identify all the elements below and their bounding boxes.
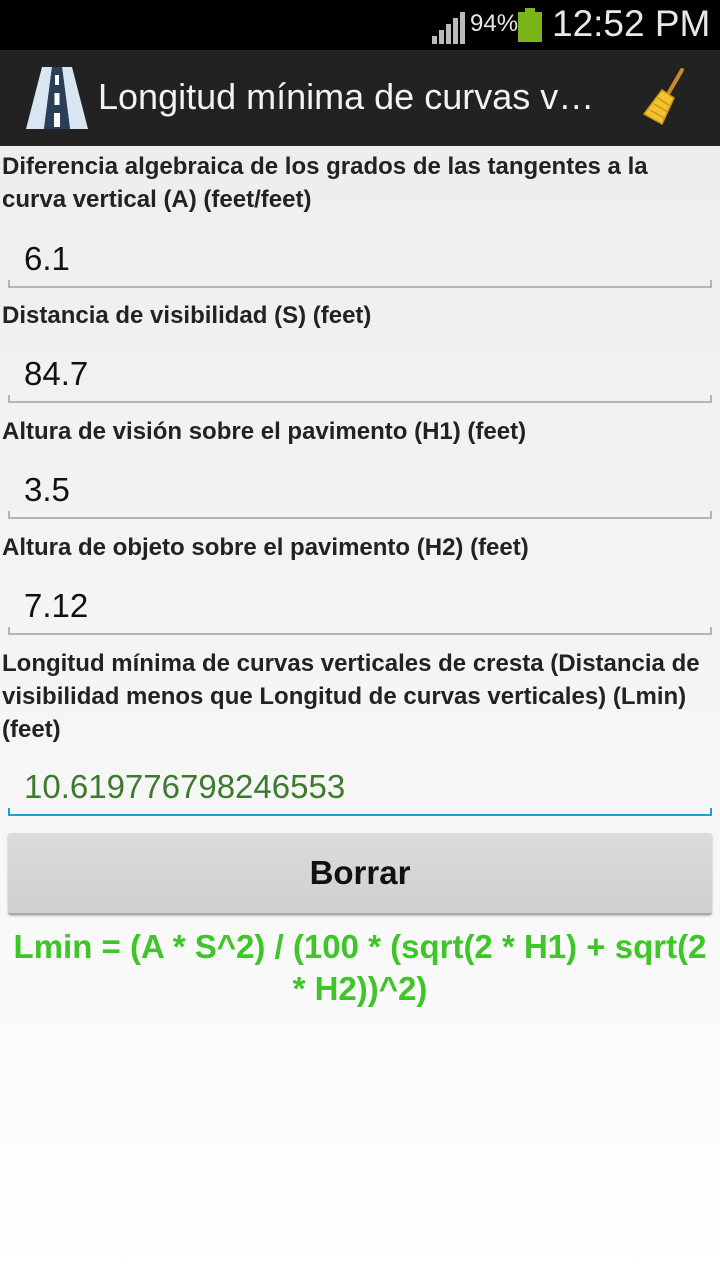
- input-a-value[interactable]: 6.1: [24, 240, 70, 278]
- app-title: Longitud mínima de curvas verticales de …: [98, 76, 598, 117]
- field-label-h1: Altura de visión sobre el pavimento (H1)…: [2, 418, 527, 445]
- formula-text: Lmin = (A * S^2) / (100 * (sqrt(2 * H1) …: [13, 928, 707, 1007]
- input-s[interactable]: 84.7: [8, 351, 712, 403]
- input-s-value[interactable]: 84.7: [24, 355, 88, 393]
- road-icon[interactable]: [24, 65, 90, 131]
- input-h1-value[interactable]: 3.5: [24, 471, 70, 509]
- input-h2-value[interactable]: 7.12: [24, 587, 88, 625]
- clear-button[interactable]: Borrar: [8, 833, 712, 915]
- result-field[interactable]: 10.619776798246553: [8, 764, 712, 816]
- battery-icon: [518, 8, 542, 42]
- clock: 12:52 PM: [552, 3, 711, 44]
- field-label-h2: Altura de objeto sobre el pavimento (H2)…: [2, 534, 529, 561]
- field-label-a: Diferencia algebraica de los grados de l…: [2, 153, 648, 213]
- broom-icon[interactable]: [638, 68, 690, 128]
- action-bar: Longitud mínima de curvas verticales de …: [0, 50, 720, 146]
- input-h2[interactable]: 7.12: [8, 583, 712, 635]
- result-value[interactable]: 10.619776798246553: [24, 768, 345, 806]
- result-label: Longitud mínima de curvas verticales de …: [2, 650, 700, 743]
- status-bar: 94% 12:52 PM: [0, 0, 720, 50]
- battery-percent: 94%: [470, 10, 519, 37]
- input-a[interactable]: 6.1: [8, 236, 712, 288]
- field-label-s: Distancia de visibilidad (S) (feet): [2, 302, 372, 329]
- signal-icon: [432, 12, 465, 44]
- input-h1[interactable]: 3.5: [8, 467, 712, 519]
